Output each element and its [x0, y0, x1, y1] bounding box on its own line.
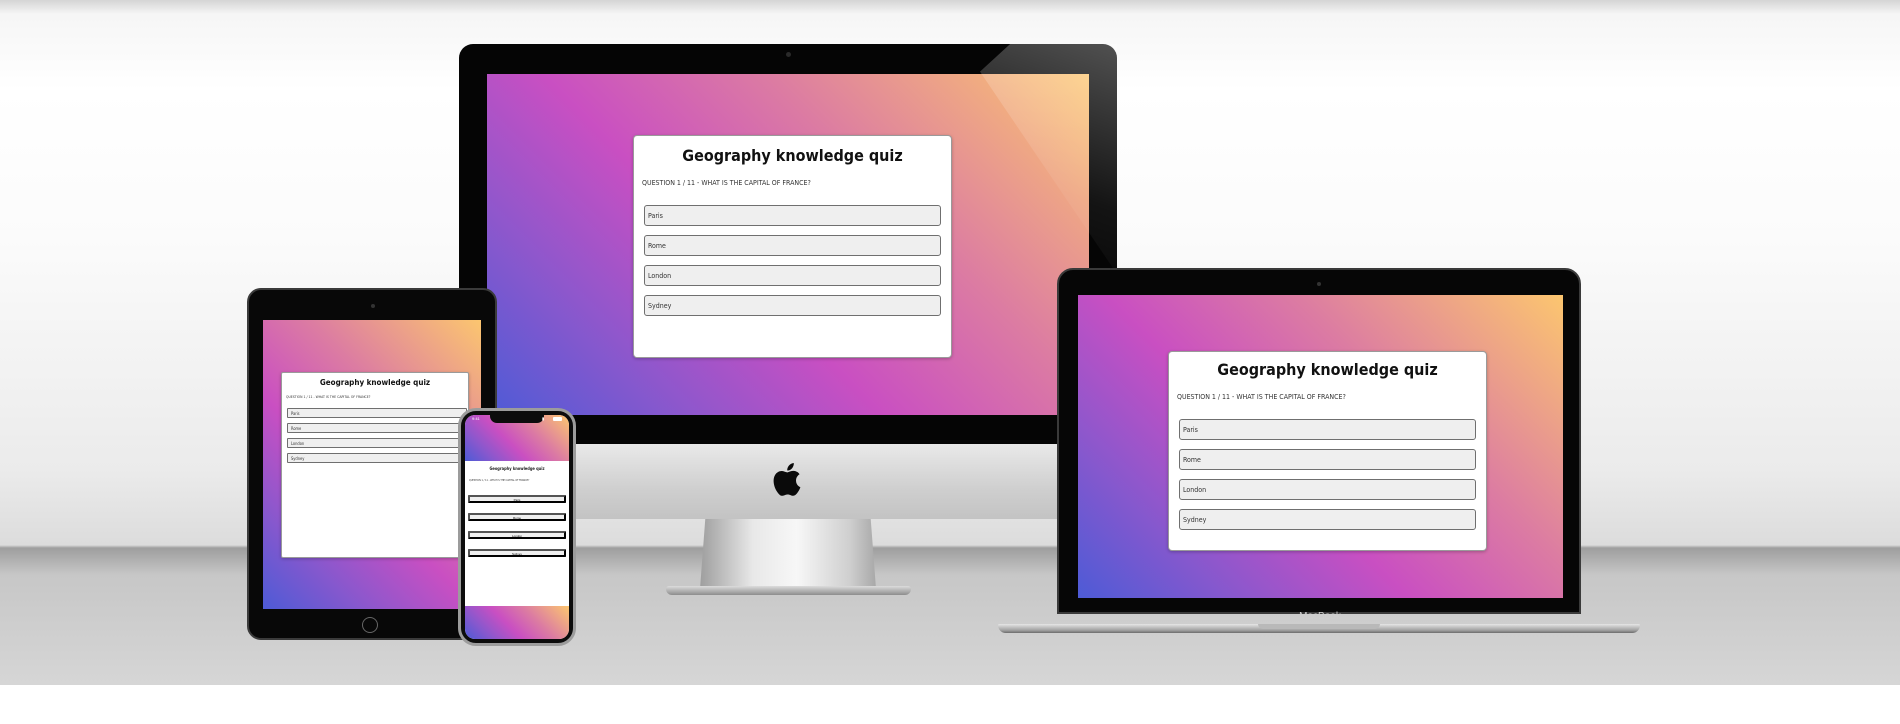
answer-button-sydney[interactable]: Sydney	[1179, 509, 1476, 530]
question-text: QUESTION 1 / 11 - WHAT IS THE CAPITAL OF…	[642, 179, 811, 187]
battery-icon	[553, 417, 562, 421]
answer-button-rome[interactable]: Rome	[468, 513, 566, 521]
answer-button-sydney[interactable]: Sydney	[468, 549, 566, 557]
apple-logo-icon	[773, 463, 801, 496]
question-text: QUESTION 1 / 11 - WHAT IS THE CAPITAL OF…	[1177, 393, 1346, 401]
quiz-card: Geography knowledge quiz QUESTION 1 / 11…	[1168, 351, 1487, 551]
iphone-notch	[490, 415, 544, 423]
camera-icon	[786, 52, 791, 57]
answer-list: Paris Rome London Sydney	[468, 488, 569, 560]
macbook-screen: Geography knowledge quiz QUESTION 1 / 11…	[1078, 295, 1563, 598]
answer-button-paris[interactable]: Paris	[287, 408, 467, 418]
imac-stand-foot	[666, 586, 911, 595]
answer-list: Paris Rome London Sydney	[287, 408, 468, 463]
answer-list: Paris Rome London Sydney	[644, 205, 951, 316]
answer-button-london[interactable]: London	[468, 531, 566, 539]
quiz-card: Geography knowledge quiz QUESTION 1 / 11…	[281, 372, 469, 558]
quiz-card: Geography knowledge quiz QUESTION 1 / 11…	[633, 135, 952, 358]
question-text: QUESTION 1 / 11 - WHAT IS THE CAPITAL OF…	[286, 395, 371, 399]
answer-button-sydney[interactable]: Sydney	[644, 295, 941, 316]
answer-button-london[interactable]: London	[644, 265, 941, 286]
quiz-title: Geography knowledge quiz	[1217, 360, 1438, 379]
answer-list: Paris Rome London Sydney	[1179, 419, 1486, 530]
answer-button-paris[interactable]: Paris	[1179, 419, 1476, 440]
question-text: QUESTION 1 / 11 - WHAT IS THE CAPITAL OF…	[469, 479, 530, 482]
answer-button-rome[interactable]: Rome	[287, 423, 467, 433]
camera-icon	[1317, 282, 1321, 286]
iphone-screen: Geography knowledge quiz QUESTION 1 / 11…	[465, 415, 569, 639]
macbook-label: MacBook	[1299, 611, 1341, 622]
iphone-footer-gradient	[465, 606, 569, 639]
macbook-notch	[1258, 624, 1380, 629]
camera-icon	[371, 304, 375, 308]
answer-button-london[interactable]: London	[1179, 479, 1476, 500]
answer-button-sydney[interactable]: Sydney	[287, 453, 467, 463]
answer-button-london[interactable]: London	[287, 438, 467, 448]
quiz-page: Geography knowledge quiz QUESTION 1 / 11…	[465, 461, 569, 593]
quiz-title: Geography knowledge quiz	[319, 378, 431, 387]
device-mockup-scene: Geography knowledge quiz QUESTION 1 / 11…	[0, 0, 1900, 685]
quiz-title: Geography knowledge quiz	[682, 146, 903, 165]
answer-button-rome[interactable]: Rome	[1179, 449, 1476, 470]
phone-clock: 9:41	[472, 416, 480, 421]
answer-button-paris[interactable]: Paris	[644, 205, 941, 226]
ipad-screen: Geography knowledge quiz QUESTION 1 / 11…	[263, 320, 481, 609]
imac-screen: Geography knowledge quiz QUESTION 1 / 11…	[487, 74, 1089, 415]
quiz-title: Geography knowledge quiz	[489, 466, 545, 471]
answer-button-paris[interactable]: Paris	[468, 495, 566, 503]
signal-icon: ▮	[542, 416, 545, 421]
imac-stand	[700, 519, 876, 589]
answer-button-rome[interactable]: Rome	[644, 235, 941, 256]
home-button-icon	[362, 617, 378, 633]
